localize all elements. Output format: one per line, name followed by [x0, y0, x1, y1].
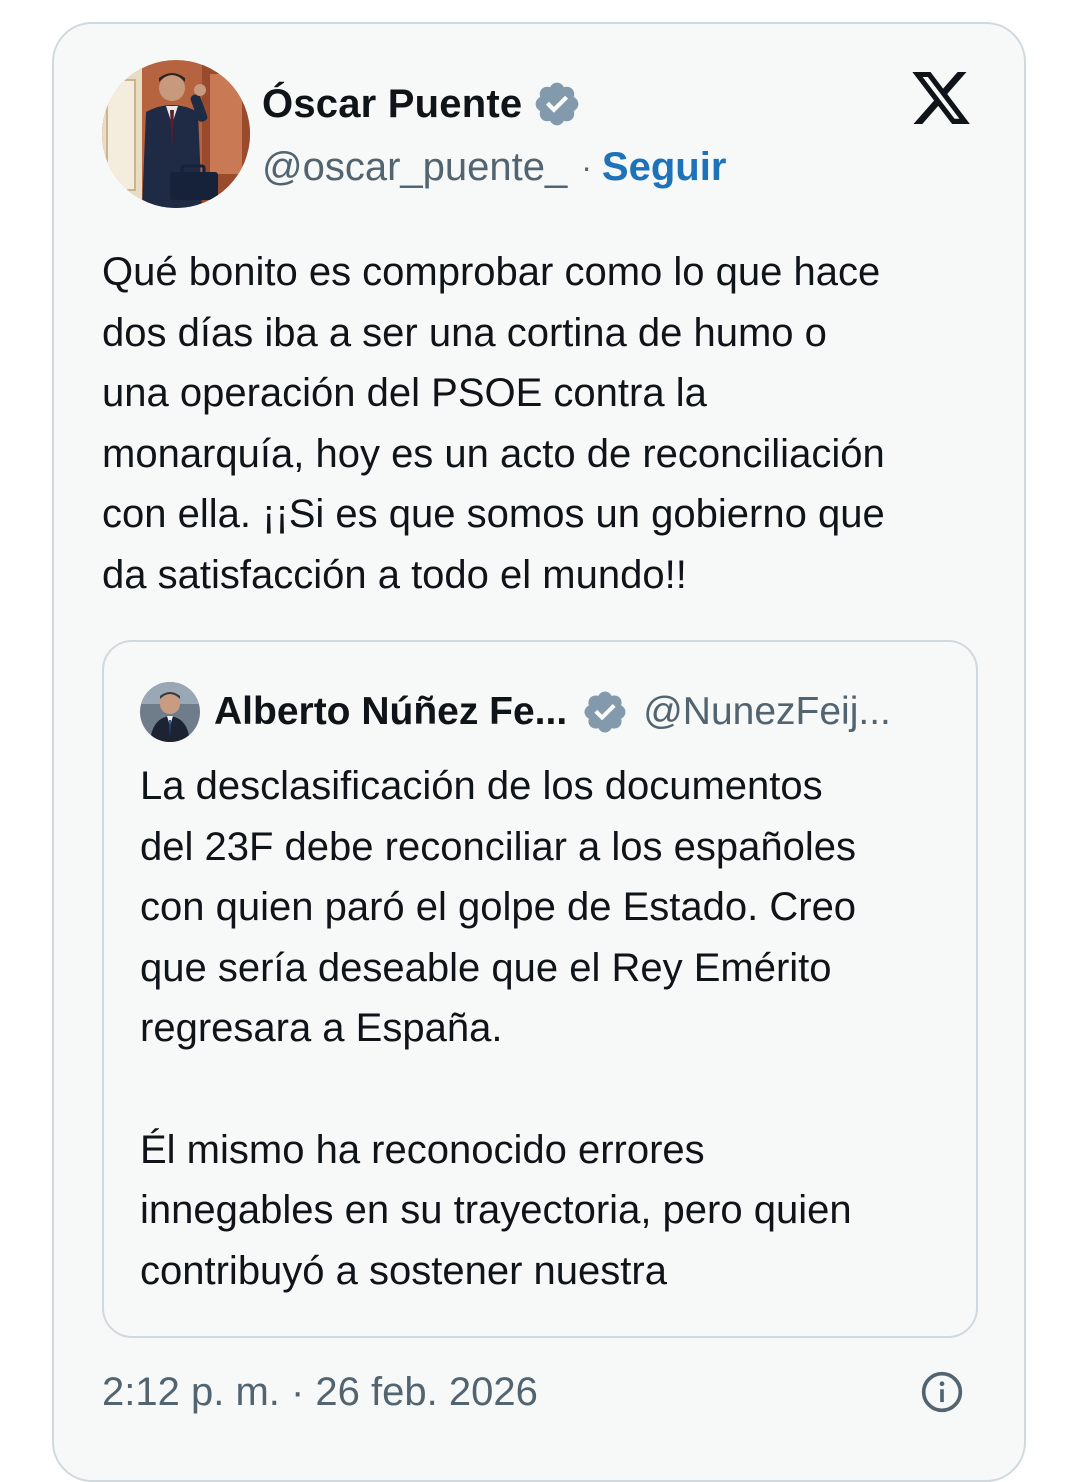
tweet-text: Qué bonito es comprobar como lo que hace… [102, 250, 885, 597]
quoted-author-avatar-image [140, 682, 200, 742]
follow-button[interactable]: Seguir [602, 145, 726, 190]
author-handle[interactable]: @oscar_puente_ [262, 145, 567, 190]
author-display-name[interactable]: Óscar Puente [262, 82, 522, 127]
quoted-tweet[interactable]: Alberto Núñez Fe... @NunezFeij... La des… [102, 640, 978, 1338]
author-avatar[interactable] [102, 60, 250, 208]
tweet-timestamp[interactable]: 2:12 p. m. · 26 feb. 2026 [102, 1364, 538, 1420]
author-avatar-image [102, 60, 250, 208]
quoted-author-avatar[interactable] [140, 682, 200, 742]
quoted-handle: @NunezFeij... [643, 690, 891, 733]
quoted-author-row: Alberto Núñez Fe... @NunezFeij... [214, 684, 954, 740]
quoted-display-name: Alberto Núñez Fe... [214, 690, 568, 733]
handle-separator: · [581, 148, 592, 185]
author-name-row: Óscar Puente [262, 76, 582, 132]
tweet-card[interactable]: Óscar Puente @oscar_puente_ · Seguir Qué… [52, 22, 1026, 1482]
verified-badge-icon [584, 691, 626, 733]
author-handle-row: @oscar_puente_ · Seguir [262, 139, 726, 195]
verified-badge-icon [535, 82, 579, 126]
info-icon[interactable] [920, 1370, 964, 1414]
x-logo-icon[interactable] [908, 66, 974, 130]
quoted-tweet-text: La desclasificación de los documentos de… [140, 764, 857, 1293]
